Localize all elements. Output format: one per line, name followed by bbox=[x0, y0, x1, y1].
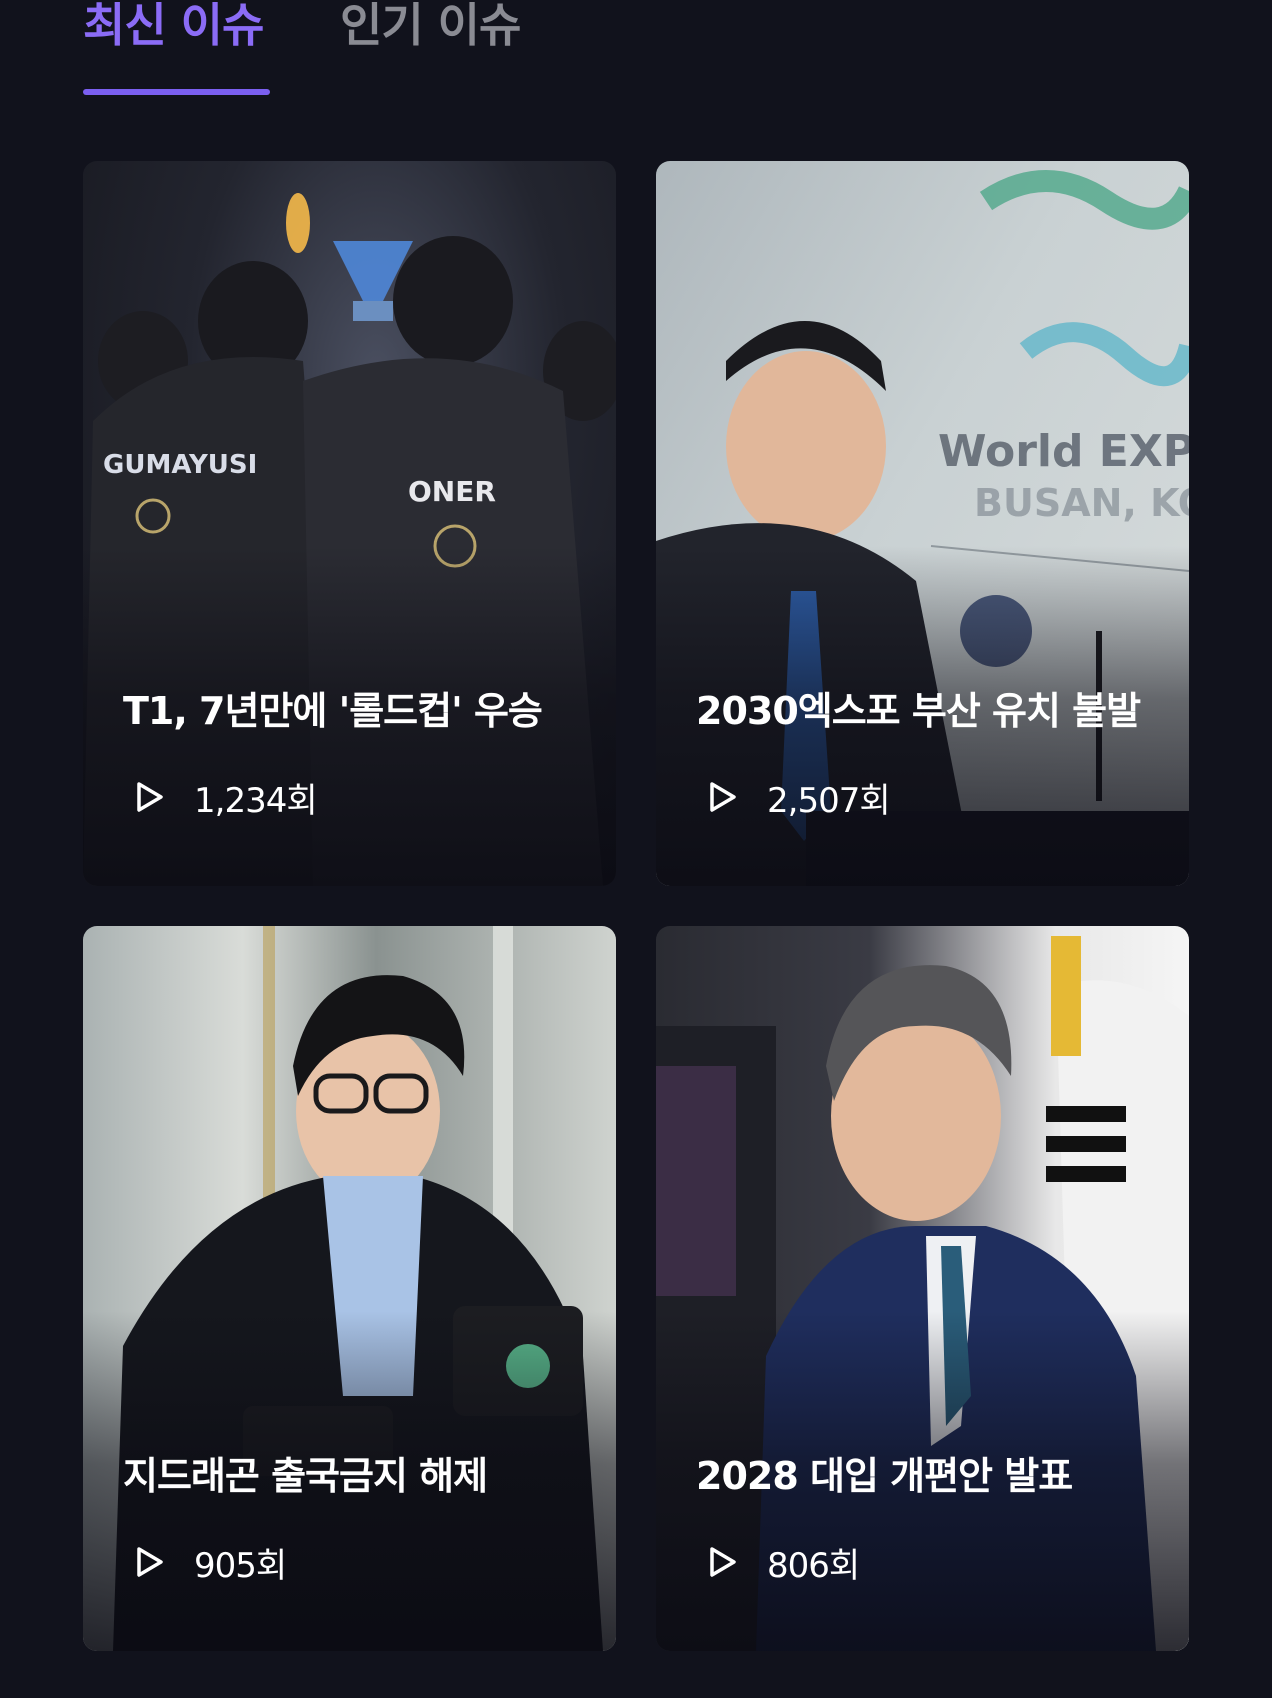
view-count: 1,234회 bbox=[136, 775, 318, 821]
jersey-text-1: GUMAYUSI bbox=[103, 450, 257, 480]
play-icon bbox=[710, 782, 736, 812]
play-icon bbox=[710, 1547, 736, 1577]
view-count: 905회 bbox=[136, 1540, 287, 1586]
issue-card-college-admission[interactable]: 2028 대입 개편안 발표 806회 bbox=[656, 926, 1189, 1651]
card-title: 지드래곤 출국금지 해제 bbox=[123, 1454, 488, 1498]
tab-popular-issues[interactable]: 인기 이슈 bbox=[340, 0, 526, 96]
view-count: 806회 bbox=[709, 1540, 860, 1586]
tab-popular-label: 인기 이슈 bbox=[340, 0, 521, 52]
issue-tabs: 최신 이슈 인기 이슈 bbox=[83, 0, 526, 96]
jersey-text-2: ONER bbox=[408, 475, 496, 508]
play-icon bbox=[137, 1547, 163, 1577]
active-tab-indicator bbox=[83, 89, 270, 95]
tab-latest-label: 최신 이슈 bbox=[83, 0, 264, 52]
issue-card-t1-worlds[interactable]: GUMAYUSI ONER T1, 7년만에 '롤드컵' 우승 1,234회 bbox=[83, 161, 616, 886]
card-title: T1, 7년만에 '롤드컵' 우승 bbox=[123, 689, 543, 733]
issue-card-gdragon[interactable]: 지드래곤 출국금지 해제 905회 bbox=[83, 926, 616, 1651]
expo-banner-text-2: BUSAN, KORE bbox=[974, 481, 1189, 525]
view-count-text: 1,234회 bbox=[194, 780, 318, 821]
view-count-text: 905회 bbox=[194, 1545, 287, 1586]
tab-latest-issues[interactable]: 최신 이슈 bbox=[83, 0, 270, 96]
view-count: 2,507회 bbox=[709, 775, 891, 821]
card-title: 2028 대입 개편안 발표 bbox=[696, 1454, 1073, 1498]
issue-card-expo-busan[interactable]: World EXPO 2 BUSAN, KORE 2030엑스포 부산 유치 불… bbox=[656, 161, 1189, 886]
issue-card-grid: GUMAYUSI ONER T1, 7년만에 '롤드컵' 우승 1,234회 W… bbox=[83, 161, 1189, 1651]
view-count-text: 2,507회 bbox=[767, 780, 891, 821]
view-count-text: 806회 bbox=[767, 1545, 860, 1586]
card-title: 2030엑스포 부산 유치 불발 bbox=[696, 689, 1141, 733]
play-icon bbox=[137, 782, 163, 812]
expo-banner-text-1: World EXPO 2 bbox=[938, 426, 1189, 477]
